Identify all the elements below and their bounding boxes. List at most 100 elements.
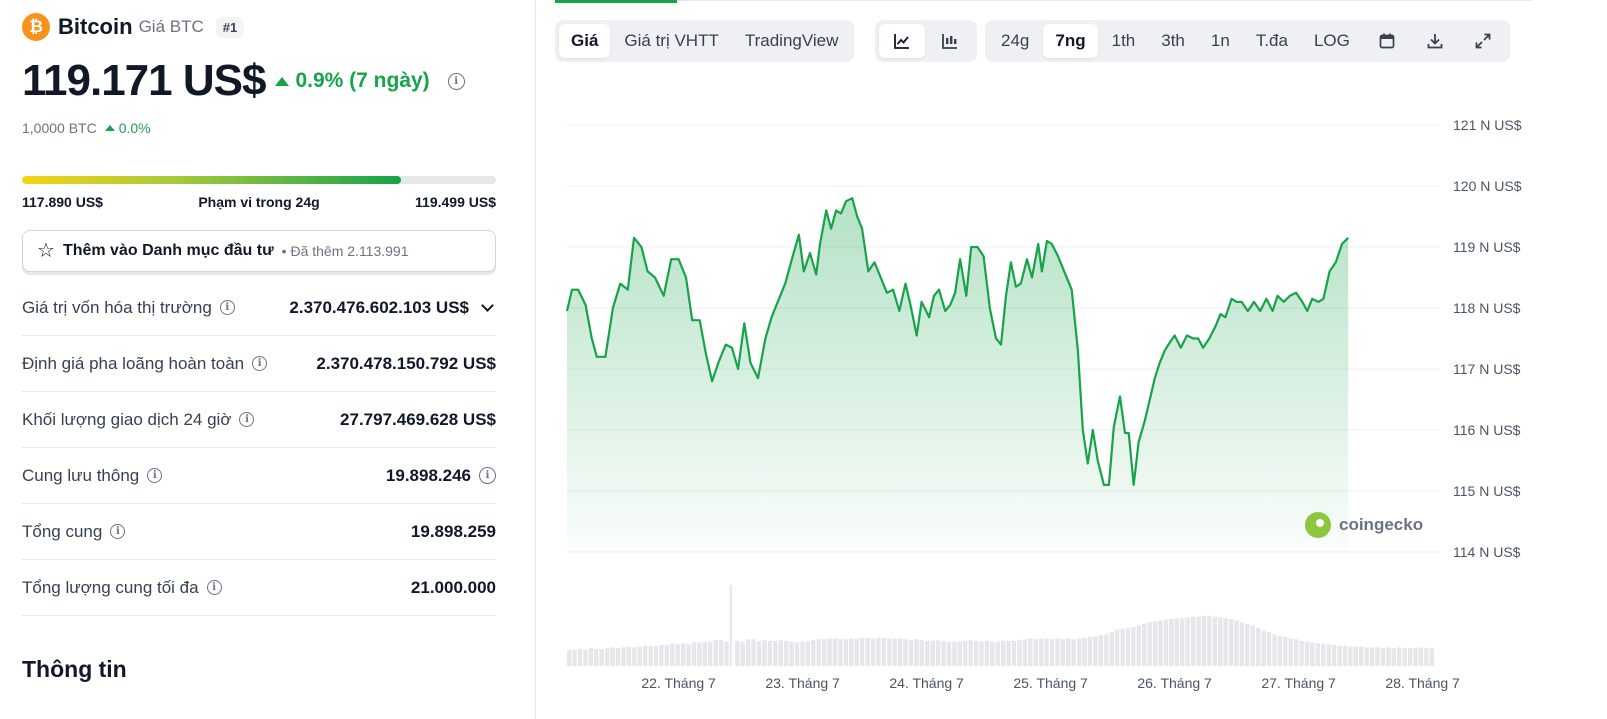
volume-bar: [963, 640, 968, 666]
volume-bar: [572, 649, 577, 666]
volume-bar: [1391, 648, 1396, 666]
stat-row-volume-24h: Khối lượng giao dịch 24 giờ i 27.797.469.…: [22, 392, 496, 448]
volume-bar: [1228, 619, 1234, 666]
volume-bar: [1044, 638, 1049, 666]
volume-bar: [1266, 632, 1272, 666]
volume-bar: [1342, 645, 1348, 667]
y-tick-label: 120 N US$: [1453, 178, 1522, 194]
volume-bar: [995, 641, 1000, 666]
volume-bar: [1087, 636, 1093, 666]
volume-bar: [621, 647, 626, 666]
volume-bar: [1163, 619, 1169, 666]
volume-bar: [1174, 618, 1179, 666]
volume-bar: [952, 641, 957, 666]
volume-bar: [686, 644, 691, 666]
volume-bar: [1250, 625, 1255, 666]
stat-row-max-supply: Tổng lượng cung tối đa i 21.000.000: [22, 560, 496, 616]
volume-bar: [702, 641, 707, 666]
stat-value: 21.000.000: [410, 577, 496, 597]
volume-bar: [832, 638, 838, 666]
volume-bar: [1218, 617, 1223, 666]
volume-bar: [1283, 636, 1288, 666]
price-change-7d: 0.9% (7 ngày): [275, 69, 430, 93]
volume-bar: [1136, 625, 1141, 666]
volume-bar: [588, 648, 594, 666]
y-tick-label: 117 N US$: [1453, 361, 1521, 377]
watermark-text: coingecko: [1339, 515, 1424, 534]
volume-bar: [935, 640, 941, 666]
volume-bar: [637, 646, 642, 666]
y-tick-label: 119 N US$: [1453, 239, 1521, 255]
volume-bar: [659, 644, 664, 666]
stat-row-market-cap[interactable]: Giá trị vốn hóa thị trường i 2.370.476.60…: [22, 280, 496, 336]
volume-bar: [1022, 639, 1028, 666]
volume-bar: [1077, 638, 1082, 666]
volume-bar: [1001, 640, 1006, 666]
current-price: 119.171 US$: [22, 56, 266, 105]
volume-bar: [984, 640, 990, 666]
volume-bar: [751, 639, 756, 666]
volume-bar: [930, 640, 935, 666]
info-icon[interactable]: i: [206, 580, 222, 595]
volume-bar: [713, 640, 718, 666]
info-icon[interactable]: i: [110, 524, 126, 539]
volume-bar: [1114, 629, 1120, 666]
volume-bar: [1169, 619, 1174, 666]
volume-bar: [778, 640, 783, 666]
volume-bar: [919, 640, 924, 666]
price-chart[interactable]: 121 N US$ 120 N US$ 119 N US$ 118 N US$ 117 …: [537, 0, 1607, 719]
volume-bar: [697, 642, 702, 666]
volume-bar: [1239, 622, 1245, 666]
info-icon[interactable]: i: [219, 300, 235, 315]
info-icon[interactable]: i: [252, 356, 268, 371]
volume-bar: [1071, 639, 1076, 666]
volume-bar: [626, 646, 632, 666]
volume-bar: [870, 638, 876, 666]
volume-bar: [643, 645, 648, 667]
stat-label: Định giá pha loãng hoàn toàn i: [22, 354, 268, 374]
stat-row-circulating-supply: Cung lưu thông i 19.898.246 i: [22, 448, 496, 504]
price-change-text: 0.9% (7 ngày): [295, 69, 430, 92]
coingecko-watermark: coingecko: [1305, 512, 1423, 538]
stat-label: Tổng lượng cung tối đa i: [22, 578, 222, 598]
info-icon[interactable]: i: [447, 72, 465, 90]
volume-bar: [914, 639, 919, 666]
info-icon[interactable]: i: [479, 467, 496, 484]
volume-bar: [811, 640, 816, 666]
volume-bar: [973, 640, 979, 666]
volume-bar: [1190, 616, 1196, 666]
volume-bar: [740, 641, 745, 666]
volume-bar: [1397, 647, 1402, 666]
volume-bar: [1353, 646, 1358, 666]
volume-bar: [594, 649, 599, 666]
volume-bar: [1429, 648, 1434, 666]
stat-row-fdv: Định giá pha loãng hoàn toàn i 2.370.478.…: [22, 336, 496, 392]
volume-bar: [876, 637, 881, 666]
add-to-portfolio-button[interactable]: ☆ Thêm vào Danh mục đầu tư • Đã thêm 2.1…: [22, 230, 496, 272]
volume-bar: [1158, 620, 1163, 666]
chevron-down-icon[interactable]: [481, 299, 494, 312]
volume-bar: [1304, 641, 1310, 666]
volume-bar: [1093, 636, 1098, 666]
volume-bar: [1066, 638, 1071, 666]
bitcoin-logo-icon: ₿: [22, 13, 50, 41]
volume-bar: [1245, 623, 1250, 666]
star-icon: ☆: [37, 240, 55, 262]
volume-bar: [691, 642, 697, 666]
range-24h-labels: 117.890 US$ Phạm vi trong 24g 119.499 US…: [22, 194, 496, 210]
x-tick-label: 22. Tháng 7: [641, 675, 716, 691]
info-icon[interactable]: i: [239, 412, 255, 427]
volume-bar: [1098, 635, 1103, 666]
btc-price-row: 1,0000 BTC 0.0%: [22, 120, 151, 136]
volume-bar: [762, 640, 767, 666]
volume-bar: [946, 641, 952, 666]
volume-bar: [1011, 640, 1017, 666]
volume-bar: [729, 585, 732, 666]
volume-bar: [1152, 621, 1158, 667]
volume-bar: [1142, 623, 1147, 666]
volume-bar: [1055, 638, 1060, 666]
x-tick-label: 24. Tháng 7: [889, 675, 964, 691]
volume-bar: [675, 644, 680, 666]
up-arrow-icon: [104, 125, 115, 131]
info-icon[interactable]: i: [147, 468, 163, 483]
